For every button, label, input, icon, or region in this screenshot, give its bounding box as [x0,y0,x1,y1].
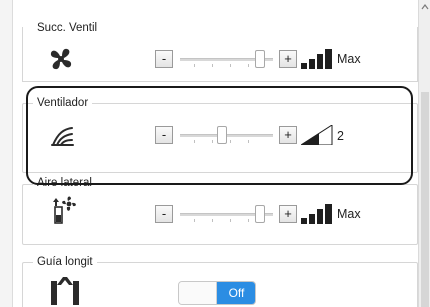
vertical-scrollbar[interactable] [418,0,430,307]
slider-tick [248,219,249,222]
group-title: Guía longit [33,255,97,269]
aire-lateral-decrease-button[interactable]: - [155,205,173,223]
slider-tick [212,64,213,67]
ventilador-highlight-outline [26,86,413,185]
slider-thumb[interactable] [255,50,265,68]
succ-ventil-slider[interactable] [180,50,273,68]
scrollbar-thumb[interactable] [421,92,429,307]
fan-icon [50,48,72,70]
slider-thumb[interactable] [255,205,265,223]
level-bars-icon [301,49,332,69]
toggle-knob [179,282,217,304]
aire-lateral-slider[interactable] [180,205,273,223]
scroll-up-icon[interactable] [420,2,430,12]
slider-tick [212,219,213,222]
left-border [0,0,13,307]
toggle-state-label: Off [217,282,255,304]
slider-tick [194,219,195,222]
aire-lateral-increase-button[interactable]: + [279,205,297,223]
guide-icon [51,277,79,305]
succ-ventil-level: Max [337,52,361,66]
level-bars-icon [301,204,332,224]
aire-lateral-level: Max [337,207,361,221]
slider-tick [194,64,195,67]
succ-ventil-increase-button[interactable]: + [279,50,297,68]
settings-panel: Succ. Ventil - + Max Ventilador - + 2 Ai… [0,0,430,307]
side-air-icon [53,196,76,224]
slider-tick [230,219,231,222]
slider-tick [248,64,249,67]
slider-tick [230,64,231,67]
succ-ventil-decrease-button[interactable]: - [155,50,173,68]
guia-longit-toggle[interactable]: Off [178,281,256,305]
group-title: Succ. Ventil [33,21,102,35]
